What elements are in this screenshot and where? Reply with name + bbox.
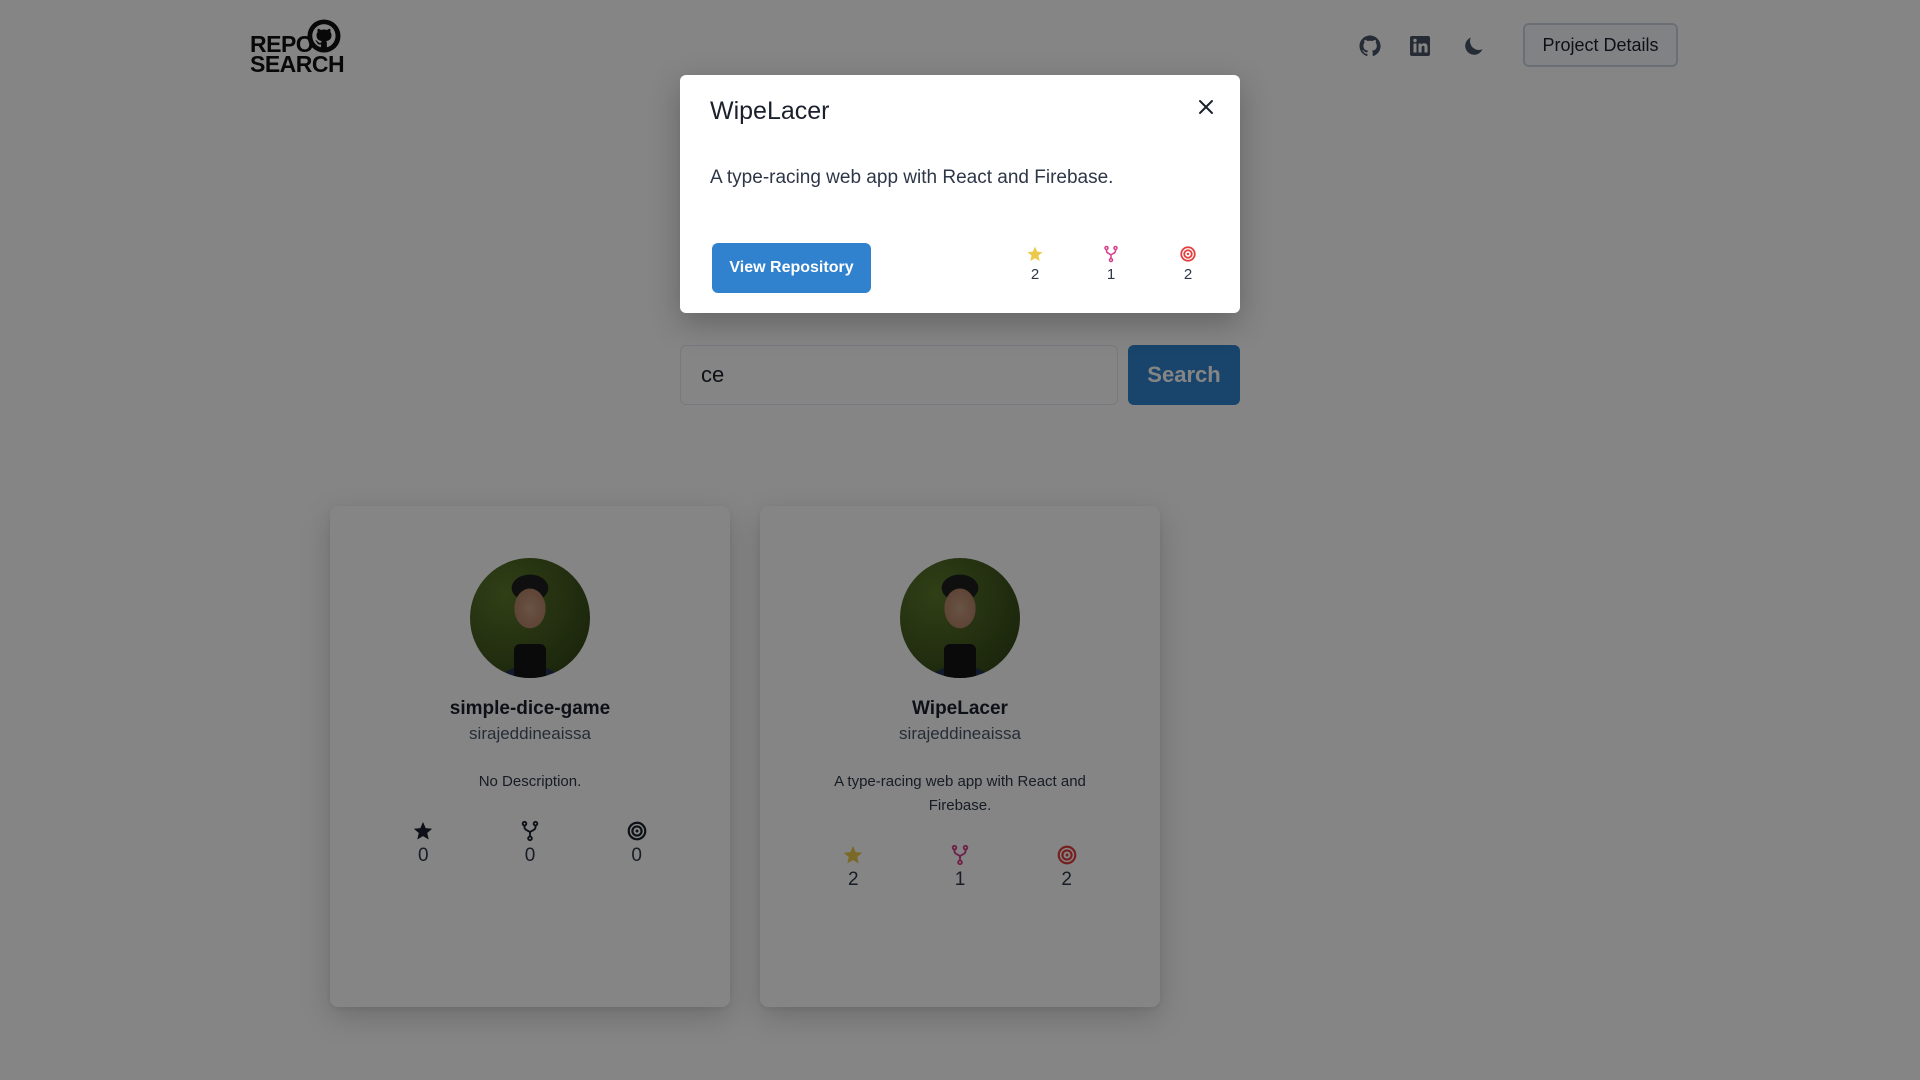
repo-modal: WipeLacer A type-racing web app with Rea…	[680, 75, 1240, 313]
stars-count: 2	[1030, 266, 1040, 283]
target-icon	[1180, 246, 1196, 262]
fork-icon	[1104, 245, 1118, 263]
view-repository-button[interactable]: View Repository	[712, 243, 871, 293]
watchers-count: 2	[1183, 266, 1193, 283]
close-icon[interactable]	[1190, 91, 1222, 123]
forks-stat: 1	[1091, 245, 1131, 283]
stars-stat: 2	[1015, 245, 1055, 283]
star-icon	[1027, 246, 1043, 261]
watchers-stat: 2	[1168, 245, 1208, 283]
modal-description: A type-racing web app with React and Fir…	[710, 167, 1114, 188]
modal-title: WipeLacer	[710, 97, 830, 125]
forks-count: 1	[1106, 266, 1116, 283]
